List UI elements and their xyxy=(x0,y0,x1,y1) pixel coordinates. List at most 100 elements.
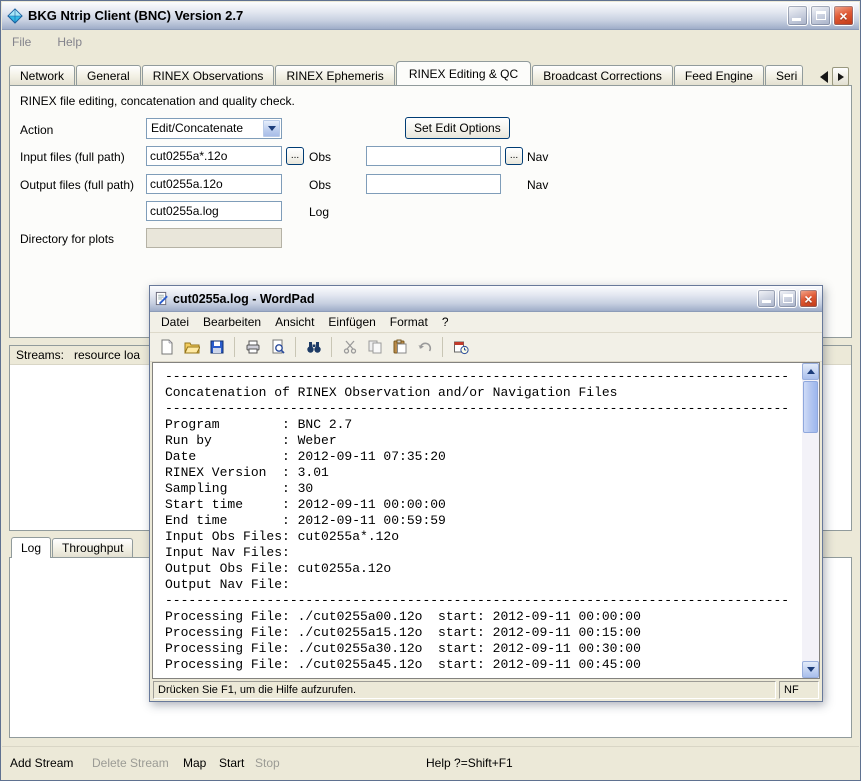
output-obs-field[interactable] xyxy=(146,174,282,194)
menu-bearbeiten[interactable]: Bearbeiten xyxy=(196,314,268,330)
tab-scroll-right-icon xyxy=(838,73,844,81)
plots-dir-label: Directory for plots xyxy=(20,232,114,246)
copy-icon xyxy=(367,339,383,355)
date-time-button[interactable] xyxy=(449,335,472,359)
minimize-icon xyxy=(792,18,801,21)
wordpad-maximize-button[interactable] xyxy=(778,289,797,308)
scroll-down-icon xyxy=(807,667,815,672)
close-icon: × xyxy=(839,9,847,23)
output-obs-suffix-label: Obs xyxy=(309,178,331,192)
statusbar-hint: Drücken Sie F1, um die Hilfe aufzurufen. xyxy=(153,681,776,699)
output-nav-suffix-label: Nav xyxy=(527,178,548,192)
tab-throughput[interactable]: Throughput xyxy=(52,538,133,557)
wordpad-statusbar: Drücken Sie F1, um die Hilfe aufzurufen.… xyxy=(151,680,821,700)
bnc-window-title: BKG Ntrip Client (BNC) Version 2.7 xyxy=(28,8,787,23)
menu-format[interactable]: Format xyxy=(383,314,435,330)
bnc-maximize-button[interactable] xyxy=(810,5,831,26)
tab-general[interactable]: General xyxy=(76,65,141,85)
paste-icon xyxy=(392,339,408,355)
open-button[interactable] xyxy=(180,335,203,359)
wordpad-window-title: cut0255a.log - WordPad xyxy=(173,292,757,306)
wordpad-document[interactable]: ----------------------------------------… xyxy=(153,363,802,678)
print-button[interactable] xyxy=(241,335,264,359)
panel-description: RINEX file editing, concatenation and qu… xyxy=(20,94,295,108)
wordpad-close-button[interactable]: × xyxy=(799,289,818,308)
wordpad-minimize-button[interactable] xyxy=(757,289,776,308)
maximize-icon xyxy=(816,11,826,20)
stop-button: Stop xyxy=(255,756,280,770)
tab-broadcast-corrections[interactable]: Broadcast Corrections xyxy=(532,65,673,85)
output-nav-field[interactable] xyxy=(366,174,501,194)
input-files-label: Input files (full path) xyxy=(20,150,125,164)
tab-scroll-left-icon[interactable] xyxy=(820,71,828,83)
find-button[interactable] xyxy=(302,335,325,359)
undo-button xyxy=(413,335,436,359)
close-icon: × xyxy=(804,292,812,306)
tab-rinex-observations[interactable]: RINEX Observations xyxy=(142,65,275,85)
print-preview-button[interactable] xyxy=(266,335,289,359)
action-label: Action xyxy=(20,123,53,137)
bnc-titlebar: BKG Ntrip Client (BNC) Version 2.7 × xyxy=(2,2,859,30)
tab-network[interactable]: Network xyxy=(9,65,75,85)
wordpad-titlebar: cut0255a.log - WordPad × xyxy=(150,286,822,312)
new-document-button[interactable] xyxy=(155,335,178,359)
toolbar-separator xyxy=(234,337,235,357)
input-nav-suffix-label: Nav xyxy=(527,150,548,164)
menu-help[interactable]: Help xyxy=(57,35,82,49)
menu-file[interactable]: File xyxy=(12,35,31,49)
scrollbar-thumb[interactable] xyxy=(803,381,818,433)
wordpad-menubar: Datei Bearbeiten Ansicht Einfügen Format… xyxy=(150,312,822,333)
statusbar-indicator: NF xyxy=(779,681,819,699)
map-button[interactable]: Map xyxy=(183,756,206,770)
wordpad-app-icon xyxy=(154,291,169,306)
scroll-down-button[interactable] xyxy=(802,661,819,678)
tab-scroll-right-button[interactable] xyxy=(832,67,849,86)
bnc-minimize-button[interactable] xyxy=(787,5,808,26)
wordpad-toolbar xyxy=(150,333,822,362)
bnc-close-button[interactable]: × xyxy=(833,5,854,26)
chevron-down-icon[interactable] xyxy=(263,120,280,137)
copy-button xyxy=(363,335,386,359)
tab-rinex-ephemeris[interactable]: RINEX Ephemeris xyxy=(275,65,394,85)
scroll-up-icon xyxy=(807,369,815,374)
cut-button xyxy=(338,335,361,359)
menu-hilfe[interactable]: ? xyxy=(435,314,456,330)
start-button[interactable]: Start xyxy=(219,756,244,770)
toolbar-separator xyxy=(295,337,296,357)
set-edit-options-button[interactable]: Set Edit Options xyxy=(405,117,510,139)
input-obs-browse-button[interactable]: ... xyxy=(286,147,304,165)
action-dropdown[interactable]: Edit/Concatenate xyxy=(146,118,282,139)
bnc-app-icon xyxy=(7,8,23,24)
output-files-label: Output files (full path) xyxy=(20,178,134,192)
minimize-icon xyxy=(762,300,771,303)
bnc-tabstrip: Network General RINEX Observations RINEX… xyxy=(9,59,816,85)
input-obs-suffix-label: Obs xyxy=(309,150,331,164)
action-dropdown-value: Edit/Concatenate xyxy=(151,121,243,135)
new-document-icon xyxy=(159,339,175,355)
cut-icon xyxy=(342,339,358,355)
input-obs-field[interactable] xyxy=(146,146,282,166)
input-nav-browse-button[interactable]: ... xyxy=(505,147,523,165)
add-stream-button[interactable]: Add Stream xyxy=(10,756,73,770)
tab-rinex-editing-qc[interactable]: RINEX Editing & QC xyxy=(396,61,531,85)
scroll-up-button[interactable] xyxy=(802,363,819,380)
tab-log[interactable]: Log xyxy=(11,537,51,558)
paste-button[interactable] xyxy=(388,335,411,359)
toolbar-separator xyxy=(442,337,443,357)
tab-feed-engine[interactable]: Feed Engine xyxy=(674,65,764,85)
toolbar-separator xyxy=(331,337,332,357)
help-shortcut-label[interactable]: Help ?=Shift+F1 xyxy=(426,756,513,770)
save-button[interactable] xyxy=(205,335,228,359)
input-nav-field[interactable] xyxy=(366,146,501,166)
open-icon xyxy=(184,339,200,355)
scrollbar[interactable] xyxy=(802,363,819,678)
log-file-field[interactable] xyxy=(146,201,282,221)
menu-ansicht[interactable]: Ansicht xyxy=(268,314,321,330)
undo-icon xyxy=(417,339,433,355)
menu-datei[interactable]: Datei xyxy=(154,314,196,330)
menu-einfuegen[interactable]: Einfügen xyxy=(321,314,382,330)
wordpad-window: cut0255a.log - WordPad × Datei Bearbeite… xyxy=(149,285,823,702)
tab-serial[interactable]: Seri xyxy=(765,65,803,85)
tab-scroll-arrows xyxy=(820,67,849,86)
plots-dir-field xyxy=(146,228,282,248)
